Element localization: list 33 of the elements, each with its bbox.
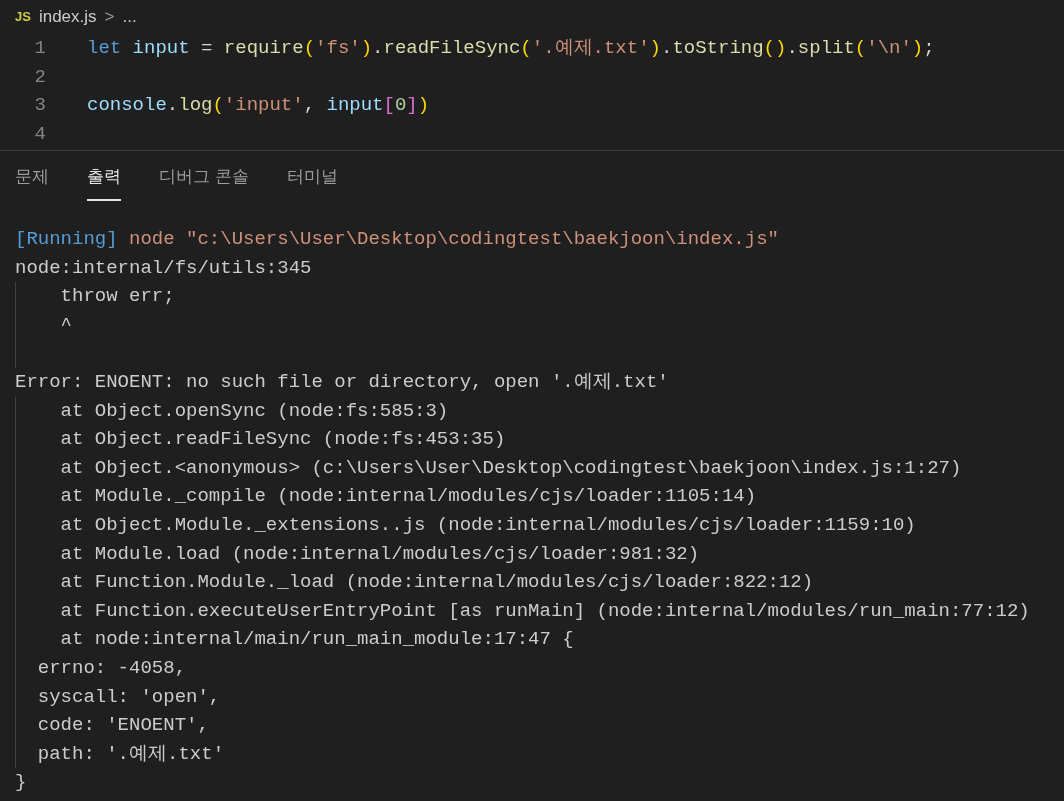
line-number: 4 [33, 121, 46, 147]
line-number: 3 [33, 93, 46, 119]
output-line: at Module._compile (node:internal/modules/cjs/loader:1105:14) [59, 484, 757, 510]
output-line: code: 'ENOENT', [36, 713, 209, 739]
panel-tab[interactable]: 터미널 [286, 163, 338, 201]
output-line: throw err; [59, 284, 175, 310]
js-file-icon: JS [15, 7, 31, 27]
output-line: path: '.예제.txt' [36, 741, 225, 767]
output-line: syscall: 'open', [36, 684, 221, 710]
breadcrumb-more[interactable]: ... [122, 4, 137, 30]
output-line: errno: -4058, [36, 655, 187, 681]
output-line: [Running] node "c:\Users\User\Desktop\codingtest\baekjoon\index.js" [15, 227, 779, 252]
output-line: at Function.executeUserEntryPoint [as runMain] (node:internal/modules/run_main:77:12) [59, 598, 1030, 624]
panel-tab[interactable]: 출력 [87, 163, 121, 201]
breadcrumb-file[interactable]: index.js [38, 4, 97, 30]
output-line: at Function.Module._load (node:internal/modules/cjs/loader:822:12) [59, 570, 814, 596]
output-line: } [15, 770, 27, 796]
output-line: at Object.openSync (node:fs:585:3) [59, 398, 449, 424]
output-line: at Object.Module._extensions..js (node:internal/modules/cjs/loader:1159:10) [59, 512, 916, 538]
output-line: Error: ENOENT: no such file or directory, open '.예제.txt' [15, 369, 669, 395]
panel-tab[interactable]: 문제 [15, 163, 49, 201]
panel-tab[interactable]: 디버그 콘솔 [159, 163, 249, 201]
code-line: let input = require('fs').readFileSync('.예제.txt').toString().split('\n'); [87, 36, 935, 61]
line-number: 1 [33, 36, 46, 61]
output-line: node:internal/fs/utils:345 [15, 255, 312, 281]
line-number: 2 [33, 64, 46, 90]
output-line: at Module.load (node:internal/modules/cjs/loader:981:32) [59, 541, 700, 567]
breadcrumb-separator: > [104, 6, 115, 29]
code-line: console.log('input', input[0]) [87, 93, 430, 119]
output-line: at Object.<anonymous> (c:\Users\User\Desktop\codingtest\baekjoon\index.js:1:27) [59, 455, 962, 481]
output-line: ^ [59, 312, 72, 338]
output-line: at Object.readFileSync (node:fs:453:35) [59, 427, 506, 453]
output-line: at node:internal/main/run_main_module:17:47 { [59, 627, 574, 653]
